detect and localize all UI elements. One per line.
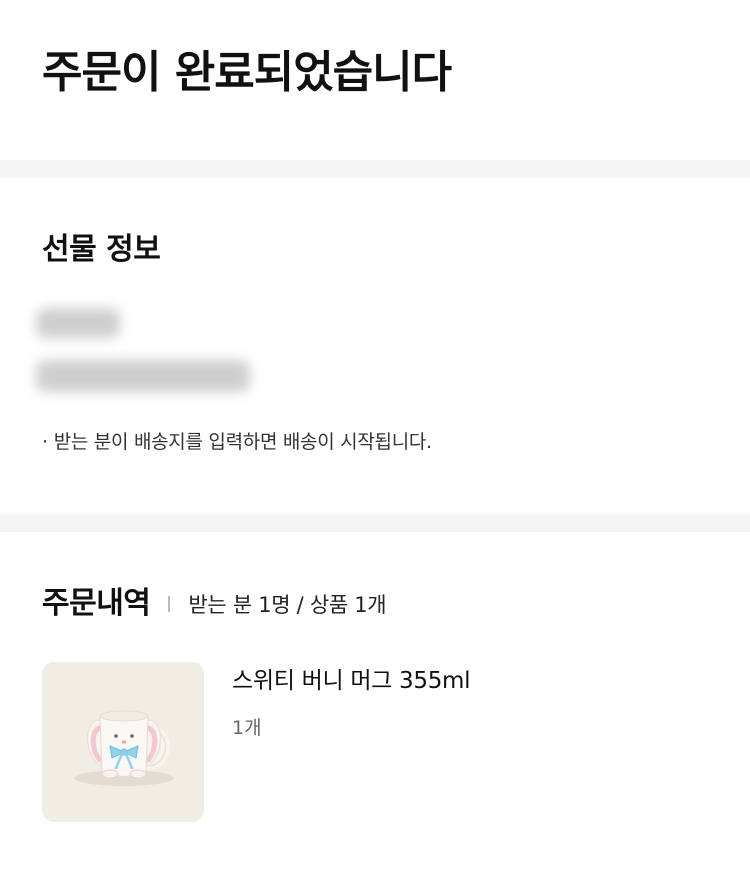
order-history-header: 주문내역 받는 분 1명 / 상품 1개 bbox=[42, 580, 387, 628]
product-name[interactable]: 스위티 버니 머그 355ml bbox=[232, 664, 471, 698]
note-text: 받는 분이 배송지를 입력하면 배송이 시작됩니다. bbox=[53, 431, 432, 453]
header-separator bbox=[168, 596, 171, 612]
order-complete-page: 주문이 완료되었습니다 선물 정보 · 받는 분이 배송지를 입력하면 배송이 시… bbox=[0, 0, 750, 870]
gift-info-title: 선물 정보 bbox=[42, 232, 161, 267]
bunny-mug-icon bbox=[42, 662, 204, 822]
order-history-title: 주문내역 bbox=[42, 586, 151, 621]
section-divider bbox=[0, 160, 750, 178]
product-image[interactable] bbox=[42, 662, 204, 822]
section-divider bbox=[0, 514, 750, 532]
note-bullet: · bbox=[42, 431, 48, 453]
gift-shipping-note: · 받는 분이 배송지를 입력하면 배송이 시작됩니다. bbox=[42, 428, 432, 456]
order-summary: 받는 분 1명 / 상품 1개 bbox=[188, 593, 387, 617]
page-title: 주문이 완료되었습니다 bbox=[42, 47, 452, 98]
recipient-phone-redacted bbox=[36, 360, 250, 392]
product-quantity: 1개 bbox=[232, 717, 262, 739]
recipient-name-redacted bbox=[36, 308, 120, 338]
